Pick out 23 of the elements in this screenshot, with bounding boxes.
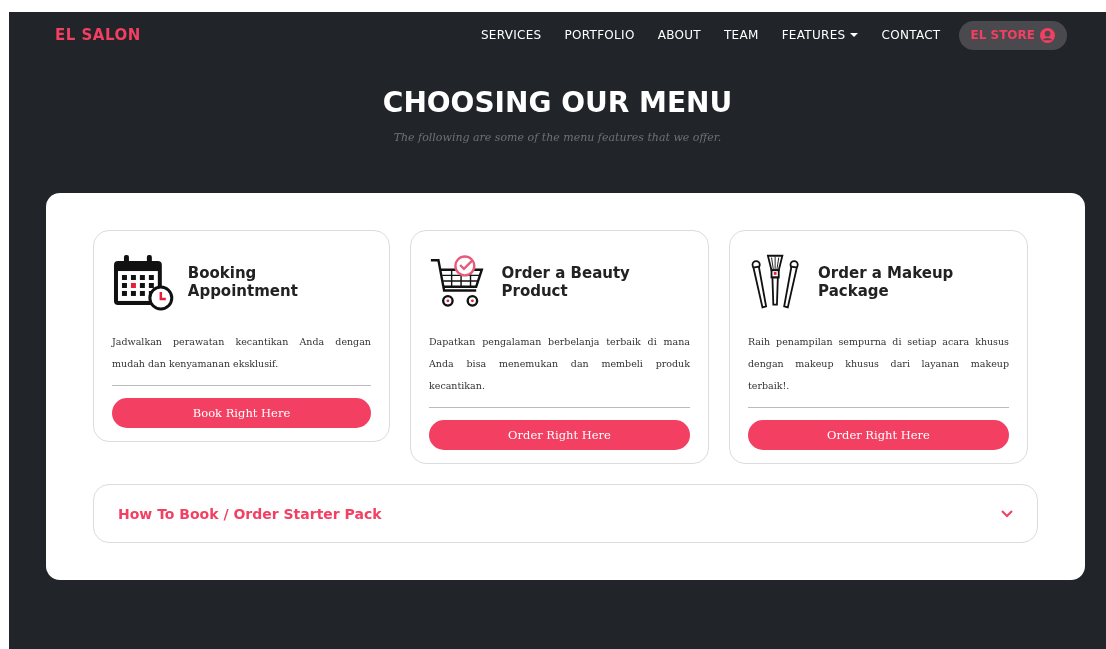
nav-link[interactable]: FEATURES [781, 28, 859, 42]
card-title: Booking Appointment [187, 264, 299, 300]
card-title: Order a Makeup Package [818, 264, 955, 300]
section-heading: CHOOSING OUR MENU [381, 86, 734, 119]
user-icon [1040, 27, 1055, 43]
section-subheading: The following are some of the menu features that we offer. [392, 131, 723, 144]
card-description: Raih penampilan sempurna di setiap acara khusus dengan makeup khusus dari layanan makeup terbaik!. [748, 331, 1009, 408]
card-button[interactable]: Order Right Here [748, 420, 1009, 450]
card-button[interactable]: Book Right Here [112, 398, 371, 428]
card-button[interactable]: Order Right Here [429, 420, 690, 450]
accordion-title: How To Book / Order Starter Pack [118, 505, 382, 522]
card-description: Dapatkan pengalaman berbelanja terbaik di mana Anda bisa menemukan dan membeli produk kecantikan. [429, 331, 690, 408]
nav-link[interactable]: SERVICES [480, 28, 542, 42]
nav-link[interactable]: ABOUT [657, 28, 701, 42]
brand-logo[interactable]: EL SALON [55, 26, 141, 44]
card-title: Order a Beauty Product [501, 264, 631, 300]
accordion-header[interactable]: How To Book / Order Starter Pack [93, 484, 1038, 543]
caret-icon [850, 33, 859, 37]
card-description: Jadwalkan perawatan kecantikan Anda dengan mudah dan kenyamanan eksklusif. [112, 331, 371, 386]
calendar-icon [112, 253, 174, 311]
nav-link[interactable]: PORTFOLIO [564, 28, 635, 42]
nav-link[interactable]: CONTACT [881, 28, 941, 42]
nav-link[interactable]: TEAM [724, 28, 759, 42]
